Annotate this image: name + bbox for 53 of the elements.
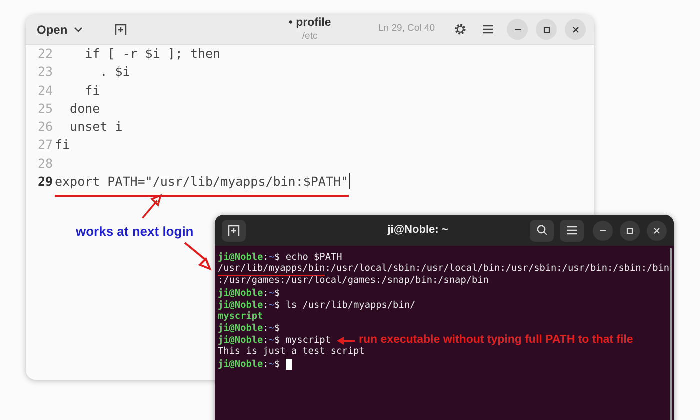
line-number: 23 — [36, 63, 54, 82]
output-text: myscript — [218, 311, 264, 322]
new-tab-button[interactable] — [222, 220, 246, 242]
text-cursor — [348, 173, 350, 190]
cursor-position: Ln 29, Col 40 — [378, 22, 435, 36]
annotation-arrow — [182, 241, 214, 271]
menu-icon — [567, 226, 577, 235]
output-text: :/usr/local/sbin:/usr/local/bin:/usr/sbin:/usr/bin:/sbin:/bin — [325, 264, 670, 276]
prompt: ji@Noble:~$ — [218, 300, 280, 311]
window-subtitle: /etc — [302, 32, 318, 41]
new-tab-icon — [228, 224, 240, 236]
output-text: :/usr/games:/usr/local/games:/snap/bin:/snap/bin — [218, 276, 489, 288]
search-icon — [536, 225, 548, 236]
command-text: echo $PATH — [286, 252, 342, 264]
line-number: 28 — [36, 154, 54, 173]
window-title: ji@Noble: ~ — [386, 223, 450, 238]
prompt: ji@Noble:~$ — [218, 252, 280, 264]
code-line: unset i — [69, 118, 123, 136]
output-text: This is just a test script — [218, 347, 365, 359]
menu-button[interactable] — [560, 220, 584, 242]
open-button[interactable]: Open — [34, 18, 86, 42]
chevron-icon — [74, 26, 83, 32]
code-line: . $i — [99, 63, 130, 82]
line-number: 25 — [36, 100, 54, 118]
close-button[interactable] — [565, 19, 586, 40]
new-tab-icon — [114, 24, 127, 36]
line-number: 26 — [36, 118, 54, 136]
menu-icon — [483, 25, 493, 34]
code-line: export PATH="/usr/lib/myapps/bin:$PATH" — [55, 173, 348, 198]
close-button[interactable] — [647, 220, 667, 240]
window-title: • profile — [288, 18, 332, 30]
prompt: ji@Noble:~$ — [218, 323, 280, 335]
code-line: fi — [84, 82, 100, 100]
command-text: myscript — [286, 335, 331, 347]
prompt: ji@Noble:~$ — [218, 335, 280, 346]
code-line: if [ -r $i ]; then — [84, 45, 221, 63]
prompt: ji@Noble:~$ — [218, 359, 280, 371]
maximize-button[interactable] — [536, 19, 557, 40]
prompt: ji@Noble:~$ — [218, 288, 280, 300]
line-number: 29 — [36, 173, 54, 192]
annotation-text: run executable without typing full PATH to that file — [358, 335, 634, 346]
command-text: ls /usr/lib/myapps/bin/ — [286, 300, 416, 312]
code-line: done — [69, 100, 100, 118]
line-number: 22 — [36, 45, 54, 63]
annotation-text: works at next login — [76, 223, 194, 241]
annotation-arrow — [336, 337, 355, 346]
settings-icon — [454, 23, 466, 36]
line-number: 24 — [36, 82, 54, 100]
line-number: 27 — [36, 136, 54, 154]
search-button[interactable] — [530, 220, 554, 242]
output-text: /usr/lib/myapps/bin — [218, 264, 326, 276]
maximize-button[interactable] — [620, 220, 640, 240]
code-line: fi — [55, 136, 70, 154]
